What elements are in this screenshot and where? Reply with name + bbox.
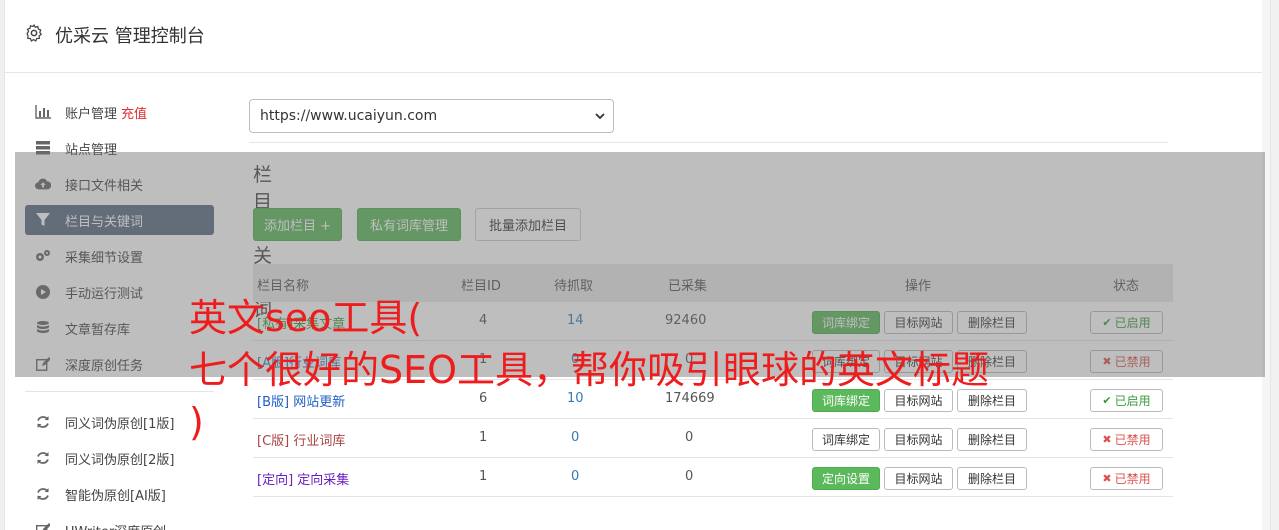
sidebar-item-label: 账户管理 [65, 106, 118, 122]
sidebar-item-synonym-v1[interactable]: 同义词伪原创[1版] [25, 407, 214, 437]
chevron-down-icon [595, 113, 605, 120]
top-bar: 优采云 管理控制台 [5, 0, 1270, 73]
watermark-line: 七个很好的SEO工具，帮你吸引眼球的英文标题 [189, 348, 990, 392]
divider [249, 142, 1168, 143]
site-select-value: https://www.ucaiyun.com [260, 108, 438, 124]
status-label: 已禁用 [1114, 472, 1151, 486]
sidebar-item-synonym-v2[interactable]: 同义词伪原创[2版] [25, 443, 214, 473]
sidebar-item-label: UWriter深度原创 [65, 521, 166, 530]
status-toggle[interactable]: ✖ 已禁用 [1090, 467, 1163, 490]
watermark-line: ) [189, 400, 204, 444]
refresh-icon [35, 414, 51, 430]
status-label: 已禁用 [1114, 433, 1151, 447]
recharge-link[interactable]: 充值 [121, 103, 147, 122]
site-select[interactable]: https://www.ucaiyun.com [249, 99, 614, 133]
sidebar-item-label: 同义词伪原创[2版] [65, 452, 175, 468]
gear-icon [26, 23, 43, 42]
target-site-button[interactable]: 目标网站 [884, 467, 953, 490]
sidebar-item-uwriter[interactable]: UWriter深度原创 [25, 515, 214, 530]
watermark-text: 英文seo工具( 七个很好的SEO工具，帮你吸引眼球的英文标题 ) [189, 292, 1109, 448]
bar-chart-icon [35, 104, 51, 120]
sidebar-divider [25, 391, 214, 392]
pending-count[interactable]: 0 [571, 469, 579, 484]
directed-settings-button[interactable]: 定向设置 [812, 467, 880, 490]
refresh-icon [35, 450, 51, 466]
delete-column-button[interactable]: 删除栏目 [957, 467, 1027, 490]
close-icon: ✖ [1102, 472, 1112, 485]
collected-count: 0 [685, 469, 694, 484]
refresh-icon [35, 486, 51, 502]
column-name-link[interactable]: [定向] 定向采集 [257, 469, 349, 488]
watermark-line: 英文seo工具( [189, 296, 423, 340]
sidebar-item-label: 同义词伪原创[1版] [65, 416, 175, 432]
table-row: [定向] 定向采集 1 0 0 定向设置 目标网站 删除栏目 ✖ 已禁用 [253, 458, 1173, 497]
sidebar-item-account[interactable]: 账户管理 充值 [25, 97, 214, 127]
sidebar-item-label: 智能伪原创[AI版] [65, 488, 166, 504]
sidebar-item-ai-rewrite[interactable]: 智能伪原创[AI版] [25, 479, 214, 509]
status-label: 已启用 [1114, 394, 1151, 408]
app-title: 优采云 管理控制台 [55, 26, 205, 47]
edit-icon [35, 522, 51, 530]
column-id: 1 [479, 469, 488, 484]
